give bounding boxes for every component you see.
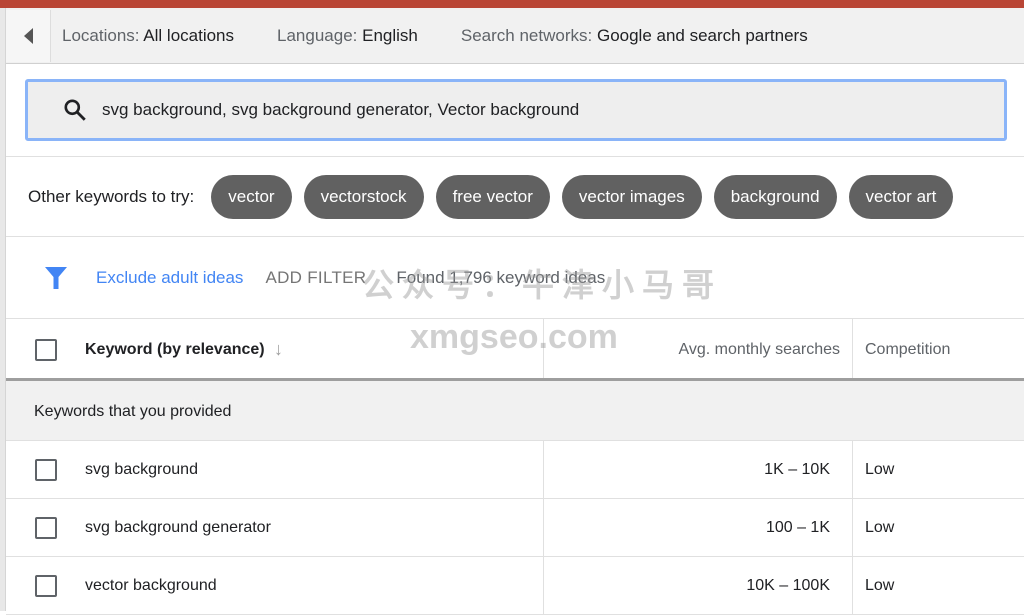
table-row: svg background generator 100 – 1K Low: [6, 499, 1024, 557]
search-area: svg background, svg background generator…: [6, 64, 1024, 157]
suggestions-label: Other keywords to try:: [28, 186, 195, 206]
top-bar: [0, 0, 1024, 8]
section-header: Keywords that you provided: [6, 381, 1024, 441]
competition-cell: Low: [865, 577, 895, 594]
table-header: Keyword (by relevance) ↓ Avg. monthly se…: [6, 318, 1024, 381]
table-row: svg background 1K – 10K Low: [6, 441, 1024, 499]
competition-cell: Low: [865, 461, 895, 478]
avg-searches-column-header[interactable]: Avg. monthly searches: [678, 341, 840, 359]
competition-cell: Low: [865, 519, 895, 536]
suggestion-chip[interactable]: vectorstock: [303, 174, 424, 219]
suggestion-chip[interactable]: vector: [211, 174, 292, 219]
keyword-cell: svg background generator: [85, 519, 271, 536]
search-value: svg background, svg background generator…: [102, 100, 580, 119]
row-checkbox[interactable]: [35, 517, 57, 539]
row-checkbox[interactable]: [35, 459, 57, 481]
suggestion-chip[interactable]: vector images: [561, 174, 702, 219]
avg-searches-cell: 10K – 100K: [746, 577, 830, 594]
locations-setting[interactable]: Locations: All locations: [62, 26, 234, 46]
search-icon: [64, 99, 86, 121]
caret-left-icon: [23, 27, 33, 44]
networks-setting[interactable]: Search networks: Google and search partn…: [461, 26, 808, 46]
filter-icon[interactable]: [44, 265, 68, 291]
table-row: vector background 10K – 100K Low: [6, 557, 1024, 615]
suggestion-chip[interactable]: free vector: [435, 174, 550, 219]
exclude-adult-ideas-link[interactable]: Exclude adult ideas: [96, 268, 243, 288]
results-count: Found 1,796 keyword ideas: [396, 267, 606, 287]
suggestion-chip[interactable]: background: [713, 174, 837, 219]
keyword-cell: svg background: [85, 461, 198, 478]
avg-searches-cell: 100 – 1K: [765, 519, 830, 536]
avg-searches-cell: 1K – 10K: [764, 461, 830, 478]
back-button[interactable]: [6, 9, 51, 62]
filter-bar: Exclude adult ideas ADD FILTER Found 1,7…: [6, 237, 1024, 318]
keyword-search-input[interactable]: svg background, svg background generator…: [25, 79, 1007, 141]
suggestions-row: Other keywords to try: vector vectorstoc…: [6, 157, 1024, 237]
competition-column-header[interactable]: Competition: [865, 341, 950, 359]
sort-down-icon[interactable]: ↓: [274, 339, 283, 360]
keyword-cell: vector background: [85, 577, 217, 594]
language-setting[interactable]: Language: English: [277, 26, 418, 46]
targeting-header: Locations: All locations Language: Engli…: [6, 8, 1024, 64]
keyword-column-header[interactable]: Keyword (by relevance): [85, 341, 265, 359]
select-all-checkbox[interactable]: [35, 339, 57, 361]
add-filter-button[interactable]: ADD FILTER: [265, 268, 366, 288]
row-checkbox[interactable]: [35, 575, 57, 597]
suggestion-chip[interactable]: vector art: [848, 174, 954, 219]
